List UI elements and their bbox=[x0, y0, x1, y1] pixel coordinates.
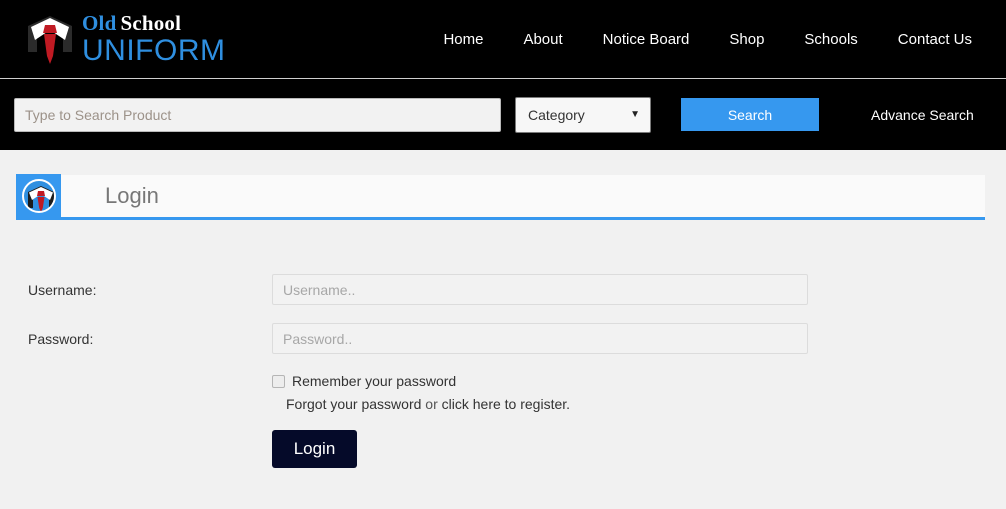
category-select-label: Category bbox=[528, 106, 585, 123]
remember-password-label: Remember your password bbox=[292, 373, 457, 389]
register-link[interactable]: click here to register. bbox=[442, 396, 570, 412]
page-title: Login bbox=[105, 183, 159, 208]
site-brand[interactable]: Old School UNIFORM bbox=[22, 0, 225, 78]
username-row: Username: bbox=[0, 265, 1006, 314]
login-form: Username: Password: Remember your passwo… bbox=[0, 265, 1006, 468]
brand-uniform: UNIFORM bbox=[82, 33, 226, 67]
remember-password-checkbox[interactable] bbox=[272, 374, 285, 388]
top-navigation-bar: Old School UNIFORM Home About Notice Boar… bbox=[0, 0, 1006, 78]
search-input[interactable] bbox=[14, 97, 501, 132]
shirt-collar-tie-circle-icon bbox=[16, 173, 61, 219]
nav-item-schools[interactable]: Schools bbox=[784, 31, 877, 48]
search-button[interactable]: Search bbox=[681, 98, 819, 131]
nav-item-contact-us[interactable]: Contact Us bbox=[878, 31, 992, 48]
username-input[interactable] bbox=[272, 274, 808, 305]
nav-item-shop[interactable]: Shop bbox=[709, 31, 784, 48]
chevron-down-icon: ▼ bbox=[630, 109, 640, 120]
advance-search-link[interactable]: Advance Search bbox=[871, 107, 974, 123]
forgot-password-link[interactable]: Forgot your password bbox=[286, 396, 421, 412]
form-links-row: Forgot your password or click here to re… bbox=[286, 396, 1006, 412]
password-input[interactable] bbox=[272, 323, 808, 354]
shirt-collar-tie-logo-icon bbox=[22, 8, 78, 70]
login-panel-header: Login bbox=[16, 173, 985, 220]
links-separator: or bbox=[421, 396, 442, 412]
content-area: Login Username: Password: Remember your … bbox=[0, 150, 1006, 509]
username-label: Username: bbox=[28, 281, 97, 298]
nav-item-about[interactable]: About bbox=[503, 31, 582, 48]
password-label: Password: bbox=[28, 330, 94, 347]
nav-item-notice-board[interactable]: Notice Board bbox=[583, 31, 710, 48]
brand-old: Old bbox=[82, 10, 117, 35]
remember-password-row[interactable]: Remember your password bbox=[272, 371, 1006, 391]
nav-item-home[interactable]: Home bbox=[423, 31, 503, 48]
main-nav: Home About Notice Board Shop Schools Con… bbox=[423, 0, 992, 78]
password-row: Password: bbox=[0, 314, 1006, 363]
login-button[interactable]: Login bbox=[272, 430, 357, 468]
search-bar: Category ▼ Search Advance Search bbox=[0, 79, 1006, 150]
brand-school: School bbox=[120, 10, 182, 35]
category-select[interactable]: Category ▼ bbox=[515, 96, 651, 133]
brand-wordmark: Old School UNIFORM bbox=[82, 10, 226, 67]
